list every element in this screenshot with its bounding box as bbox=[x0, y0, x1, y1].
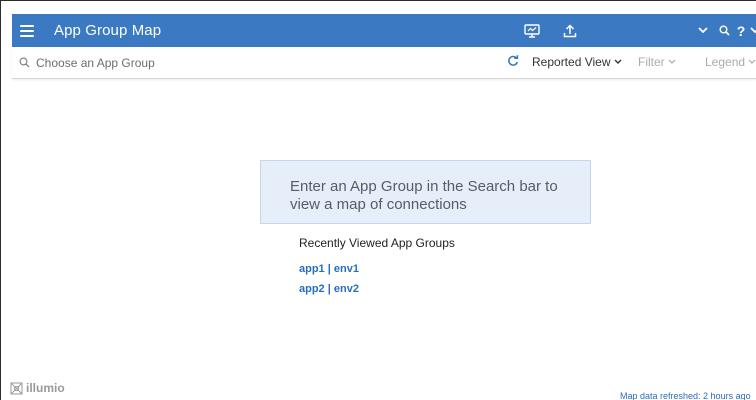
app-window: App Group Map ? Reported View bbox=[0, 0, 756, 400]
recent-groups-heading: Recently Viewed App Groups bbox=[299, 236, 455, 250]
search-icon[interactable] bbox=[717, 14, 731, 47]
app-group-search[interactable] bbox=[19, 55, 236, 70]
empty-state-message: Enter an App Group in the Search bar to … bbox=[260, 160, 591, 224]
search-input[interactable] bbox=[36, 55, 236, 70]
help-icon[interactable]: ? bbox=[734, 14, 748, 47]
illumio-logo: illumio bbox=[10, 381, 65, 395]
monitor-icon[interactable] bbox=[522, 14, 542, 47]
top-header-bar: App Group Map ? bbox=[12, 14, 756, 47]
view-dropdown[interactable]: Reported View bbox=[532, 55, 622, 69]
legend-dropdown-label: Legend bbox=[705, 55, 746, 69]
recent-group-link[interactable]: app2 | env2 bbox=[299, 283, 359, 295]
illumio-logo-icon bbox=[10, 382, 23, 394]
upload-icon[interactable] bbox=[560, 14, 580, 47]
menu-icon[interactable] bbox=[20, 24, 34, 37]
search-icon bbox=[19, 57, 30, 68]
recent-group-link[interactable]: app1 | env1 bbox=[299, 263, 359, 275]
page-title: App Group Map bbox=[54, 22, 162, 39]
view-dropdown-label: Reported View bbox=[532, 55, 611, 69]
refresh-icon[interactable] bbox=[507, 55, 519, 70]
chevron-down-icon bbox=[668, 59, 676, 64]
filter-dropdown[interactable]: Filter bbox=[638, 55, 676, 69]
help-chevron-down-icon[interactable] bbox=[749, 14, 756, 47]
map-refresh-status: Map data refreshed: 2 hours ago bbox=[620, 391, 751, 400]
chevron-down-icon bbox=[614, 59, 621, 64]
legend-dropdown[interactable]: Legend bbox=[705, 55, 756, 69]
map-toolbar: Reported View Filter Legend bbox=[12, 47, 756, 79]
chevron-down-icon[interactable] bbox=[696, 14, 710, 47]
chevron-down-icon bbox=[748, 59, 756, 64]
filter-dropdown-label: Filter bbox=[638, 55, 665, 69]
logo-text: illumio bbox=[26, 381, 65, 395]
